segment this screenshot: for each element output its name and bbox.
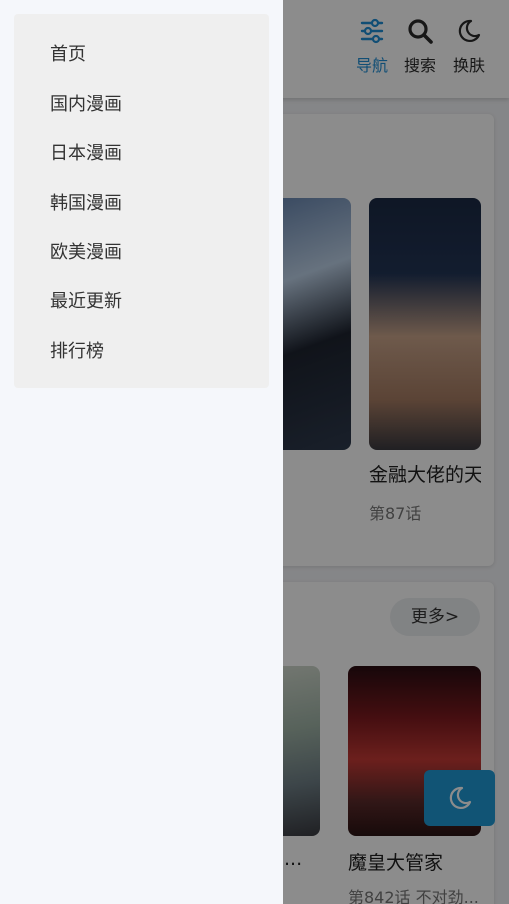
menu-item-home[interactable]: 首页: [50, 40, 86, 66]
menu-item-domestic[interactable]: 国内漫画: [50, 90, 122, 116]
menu-item-korea[interactable]: 韩国漫画: [50, 189, 122, 215]
drawer-menu: 首页 国内漫画 日本漫画 韩国漫画 欧美漫画 最近更新 排行榜: [14, 14, 269, 388]
menu-item-ranking[interactable]: 排行榜: [50, 337, 104, 363]
menu-item-japan[interactable]: 日本漫画: [50, 139, 122, 165]
menu-item-western[interactable]: 欧美漫画: [50, 238, 122, 264]
menu-item-recent[interactable]: 最近更新: [50, 287, 122, 313]
navigation-drawer: 首页 国内漫画 日本漫画 韩国漫画 欧美漫画 最近更新 排行榜: [0, 0, 283, 904]
